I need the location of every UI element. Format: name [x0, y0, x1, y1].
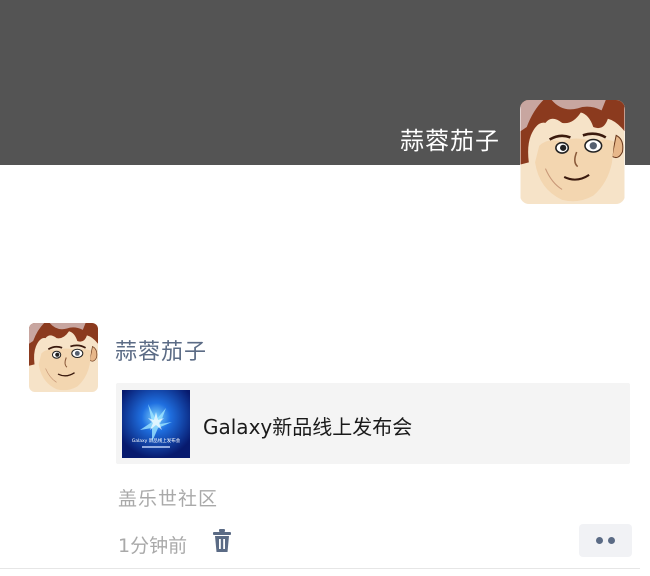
dot	[608, 537, 615, 544]
galaxy-event-thumbnail-icon: Galaxy 新品线上发布会	[122, 390, 190, 458]
share-thumbnail: Galaxy 新品线上发布会	[122, 390, 190, 458]
post-avatar[interactable]	[29, 323, 98, 392]
cover-avatar[interactable]	[520, 100, 625, 204]
cover-user-name: 蒜蓉茄子	[400, 127, 500, 155]
divider	[0, 568, 640, 569]
more-dots-icon[interactable]	[579, 524, 632, 557]
post-source[interactable]: 盖乐世社区	[118, 484, 218, 511]
share-card-title: Galaxy新品线上发布会	[203, 415, 413, 439]
post-timestamp: 1分钟前	[118, 535, 188, 557]
thumbnail-caption: Galaxy 新品线上发布会	[132, 437, 181, 444]
avatar-portrait-icon	[520, 100, 625, 204]
post-user-name[interactable]: 蒜蓉茄子	[115, 334, 207, 366]
dot	[596, 537, 603, 544]
moments-page: 蒜蓉茄子 蒜蓉茄子 Galaxy 新品线上发布会 Galaxy新品线上发布会 盖…	[0, 0, 650, 576]
shared-link-card[interactable]: Galaxy 新品线上发布会 Galaxy新品线上发布会	[116, 383, 630, 464]
trash-icon[interactable]	[211, 529, 233, 553]
avatar-portrait-icon	[29, 323, 98, 392]
